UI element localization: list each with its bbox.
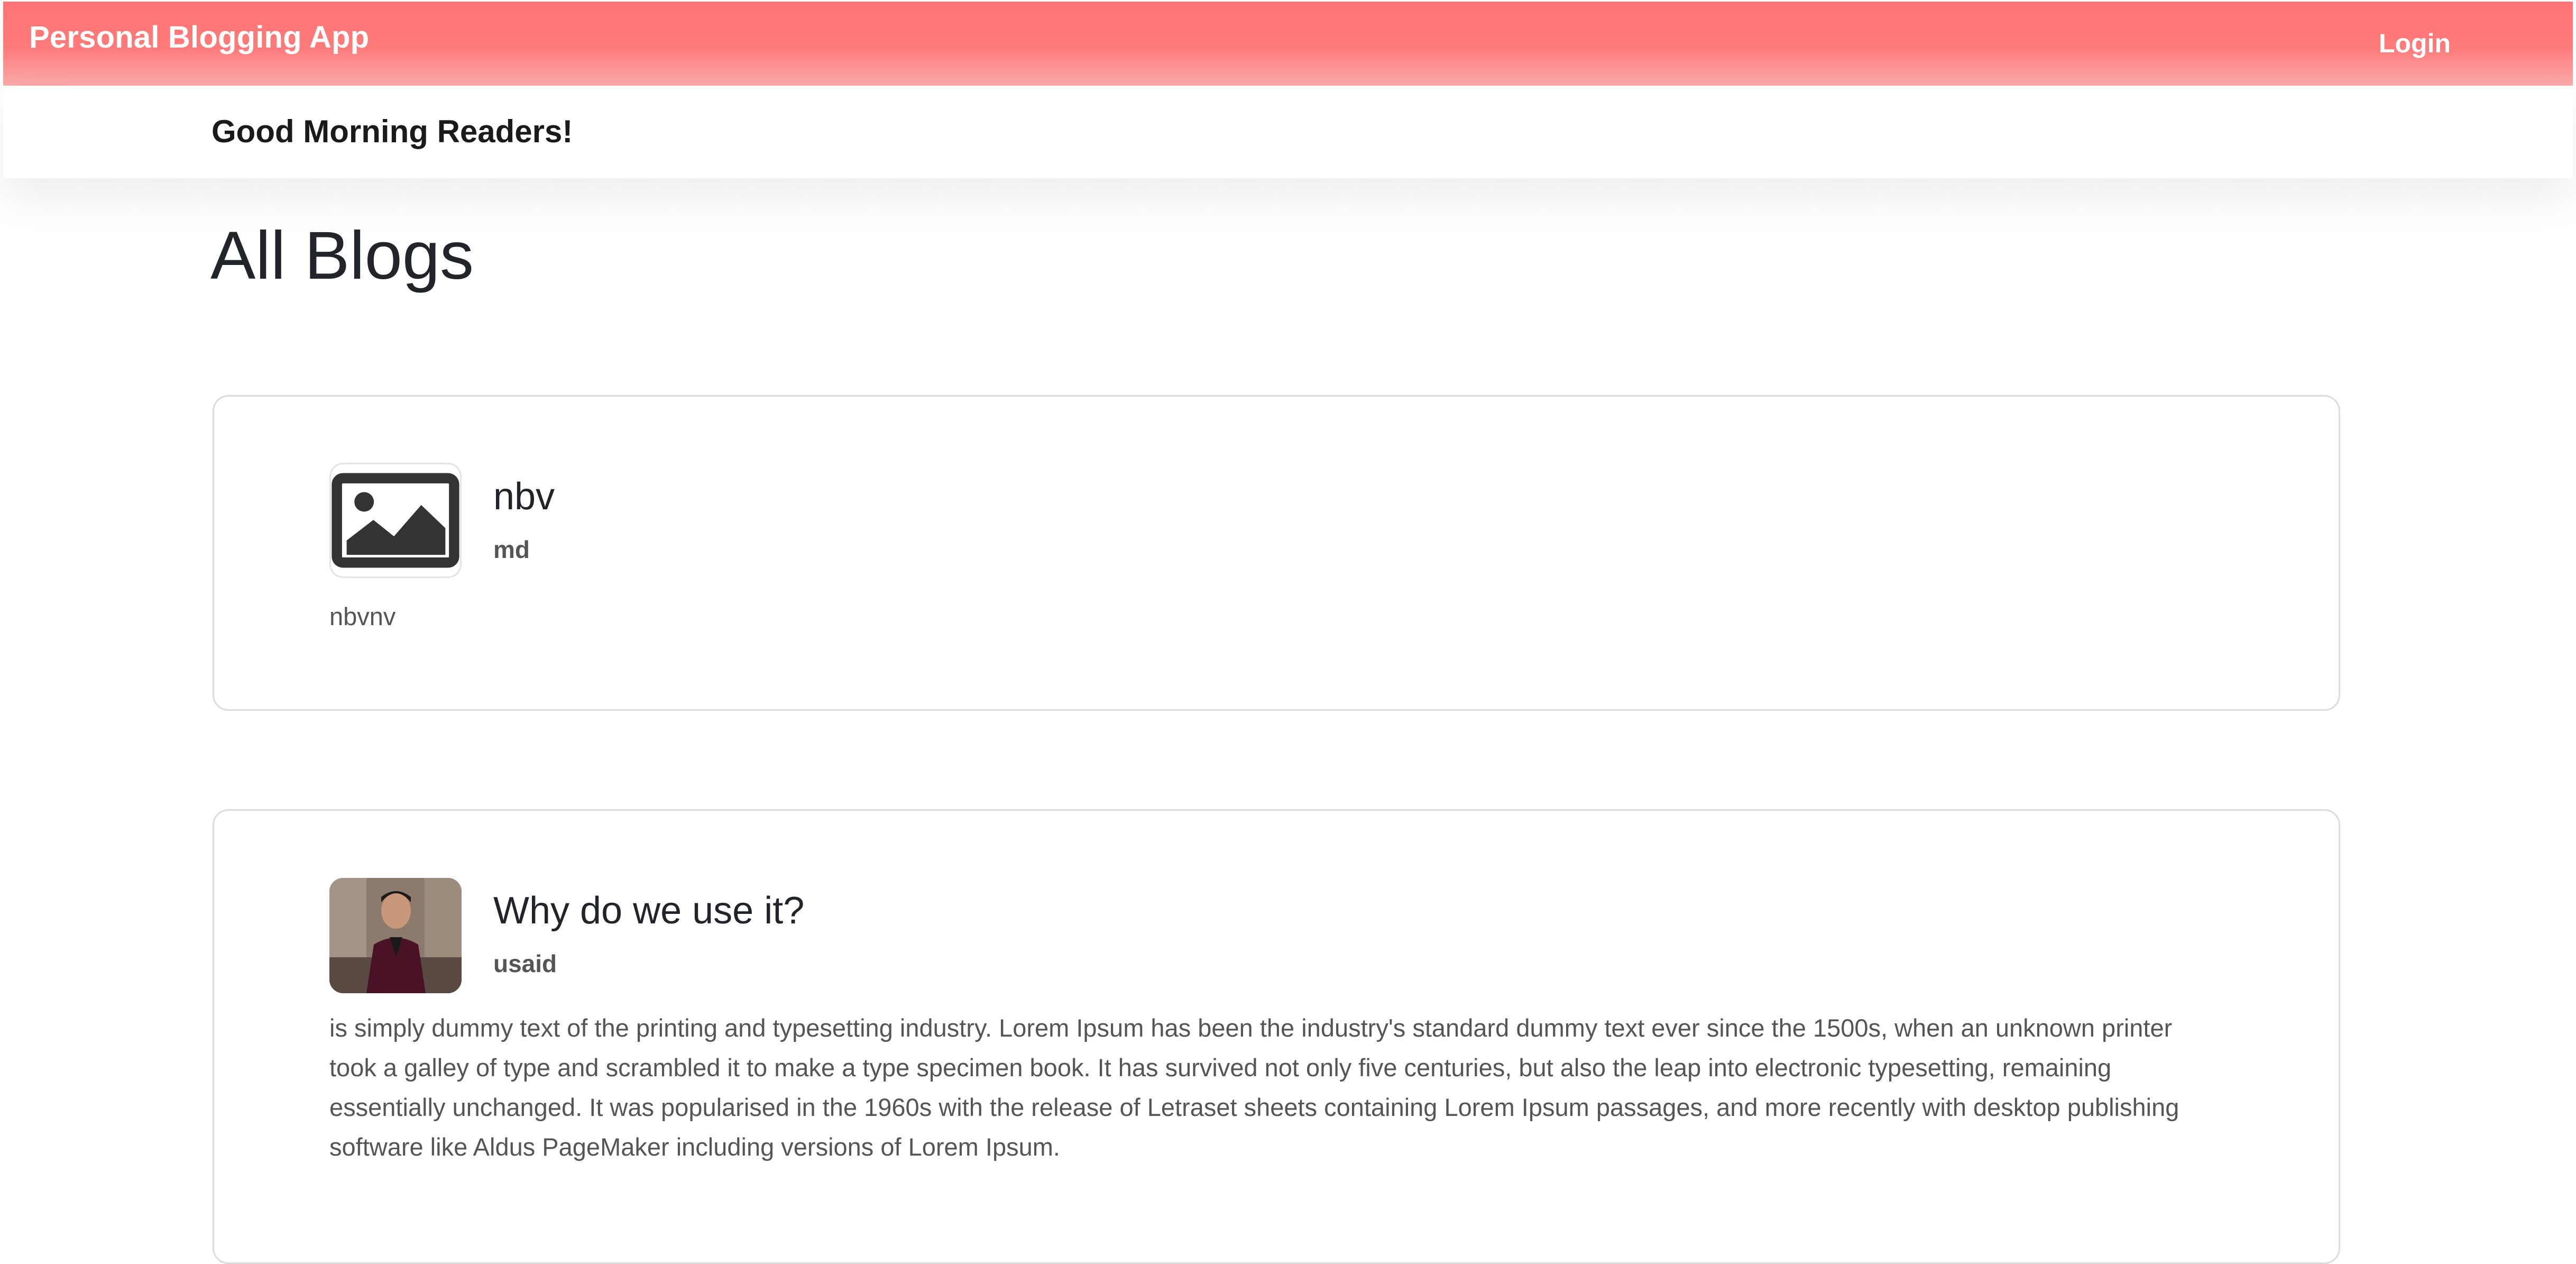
- greeting-text: Good Morning Readers!: [211, 114, 573, 149]
- post-body: nbvnv: [329, 602, 396, 630]
- post-author: md: [493, 536, 530, 563]
- top-navbar: Personal Blogging App Login: [3, 2, 2573, 86]
- author-avatar: [329, 878, 462, 993]
- page-title: All Blogs: [210, 218, 474, 294]
- brand-title[interactable]: Personal Blogging App: [29, 20, 369, 55]
- post-title[interactable]: nbv: [493, 475, 555, 518]
- blog-card: nbv md nbvnv: [213, 395, 2340, 711]
- post-title[interactable]: Why do we use it?: [493, 889, 804, 932]
- blog-card: Why do we use it? usaid is simply dummy …: [213, 809, 2340, 1264]
- greeting-bar: Good Morning Readers!: [3, 86, 2573, 178]
- login-link[interactable]: Login: [2379, 28, 2451, 59]
- placeholder-image-icon: [329, 463, 462, 578]
- post-author: usaid: [493, 950, 557, 977]
- post-body: is simply dummy text of the printing and…: [329, 1014, 2179, 1161]
